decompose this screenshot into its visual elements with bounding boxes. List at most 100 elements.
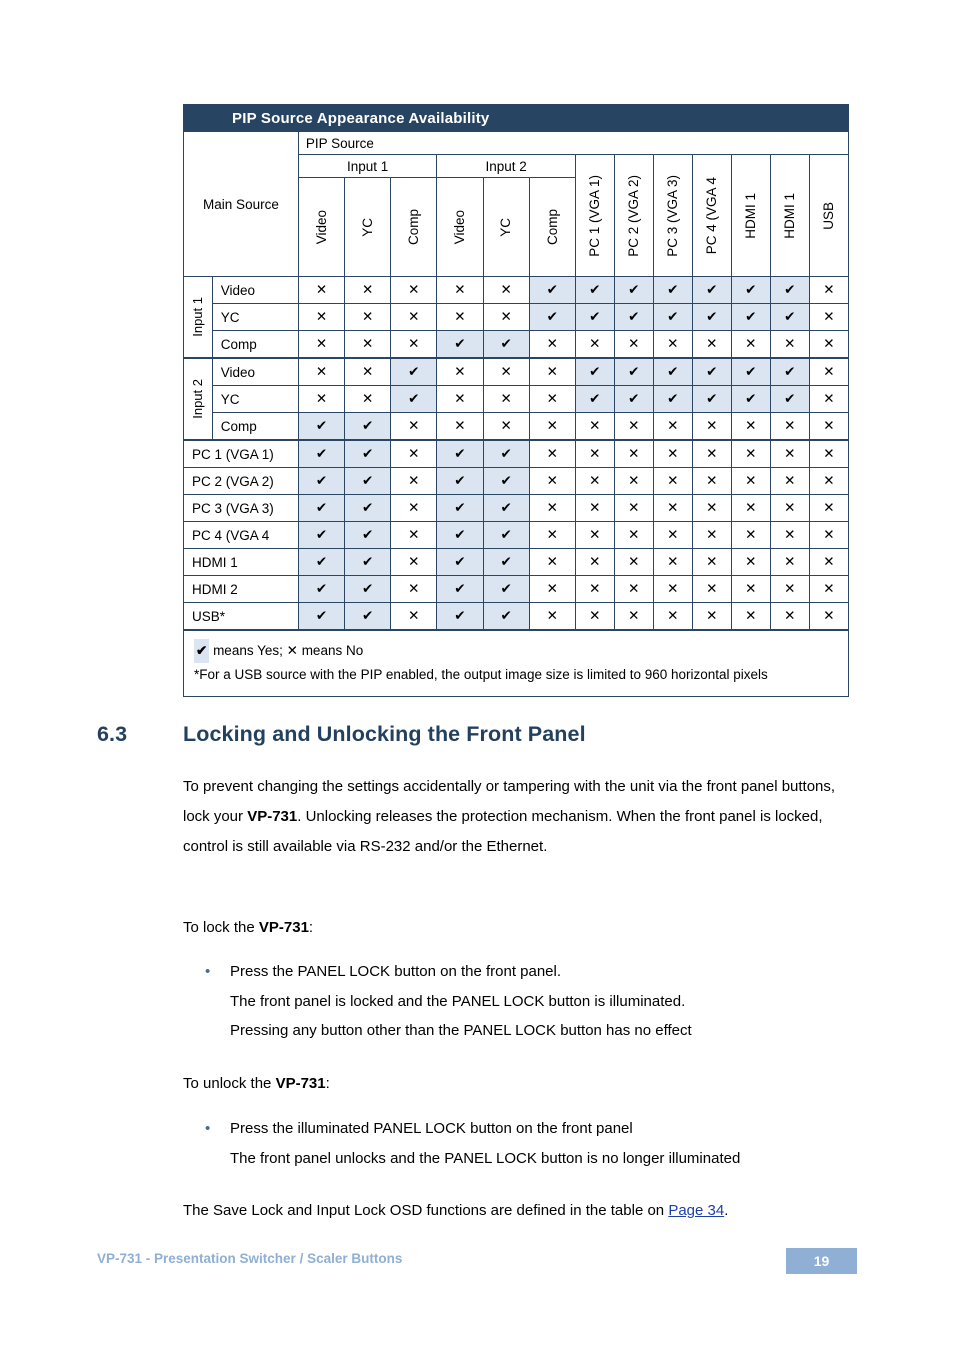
lock-step-line-3: Pressing any button other than the PANEL… <box>230 1022 692 1039</box>
cell-yes: ✔ <box>344 602 392 631</box>
row-group-input-1: Input 1 <box>183 276 213 359</box>
table-row: PC 4 (VGA 4 ✔ ✔ ✕ ✔ ✔ ✕ ✕ ✕ ✕ ✕ ✕ ✕ ✕ <box>183 521 850 549</box>
main-source-header: Main Source <box>183 131 299 277</box>
cell-no: ✕ <box>344 385 392 413</box>
cell-no: ✕ <box>390 412 438 441</box>
cell-yes: ✔ <box>691 385 732 413</box>
cell-no: ✕ <box>613 521 654 549</box>
cell-no: ✕ <box>528 330 576 359</box>
cell-no: ✕ <box>613 548 654 576</box>
to-unlock-model-bold: VP-731 <box>275 1075 326 1092</box>
cell-no: ✕ <box>808 357 850 386</box>
cell-yes: ✔ <box>436 548 484 576</box>
cell-yes: ✔ <box>436 330 484 359</box>
cell-no: ✕ <box>769 412 810 441</box>
cell-no: ✕ <box>528 602 576 631</box>
cell-yes: ✔ <box>574 276 615 304</box>
cell-no: ✕ <box>808 439 850 468</box>
row-label: USB* <box>183 602 299 631</box>
unlock-instructions-list: • Press the illuminated PANEL LOCK button… <box>183 1114 873 1173</box>
row-label: YC <box>211 385 299 413</box>
cell-no: ✕ <box>574 494 615 522</box>
row-label: Comp <box>211 412 299 441</box>
cell-no: ✕ <box>613 494 654 522</box>
cell-yes: ✔ <box>344 412 392 441</box>
cell-yes: ✔ <box>436 467 484 495</box>
cell-no: ✕ <box>390 303 438 331</box>
cell-no: ✕ <box>691 467 732 495</box>
cell-no: ✕ <box>344 330 392 359</box>
cell-yes: ✔ <box>297 412 346 441</box>
cell-no: ✕ <box>528 385 576 413</box>
cell-yes: ✔ <box>344 575 392 603</box>
cell-yes: ✔ <box>297 467 346 495</box>
cell-no: ✕ <box>808 412 850 441</box>
cell-yes: ✔ <box>436 439 484 468</box>
cell-no: ✕ <box>730 521 771 549</box>
cell-yes: ✔ <box>769 385 810 413</box>
cell-no: ✕ <box>652 330 693 359</box>
row-label: PC 2 (VGA 2) <box>183 467 299 495</box>
cell-yes: ✔ <box>344 548 392 576</box>
cell-no: ✕ <box>613 439 654 468</box>
table-row: YC ✕ ✕ ✔ ✕ ✕ ✕ ✔ ✔ ✔ ✔ ✔ ✔ ✕ <box>184 385 850 413</box>
cell-yes: ✔ <box>769 303 810 331</box>
lock-step-line-2: The front panel is locked and the PANEL … <box>230 992 686 1010</box>
cell-yes: ✔ <box>652 303 693 331</box>
cell-yes: ✔ <box>730 276 771 304</box>
table-row: Input 2 Video ✕ ✕ ✔ ✕ ✕ ✕ ✔ ✔ ✔ ✔ ✔ ✔ ✕ <box>183 357 850 441</box>
col-subheader-comp-5: Comp <box>528 177 576 277</box>
cell-no: ✕ <box>297 357 346 386</box>
cell-no: ✕ <box>436 412 484 441</box>
cell-yes: ✔ <box>574 303 615 331</box>
cell-no: ✕ <box>652 548 693 576</box>
to-unlock-paragraph: To unlock the VP-731: <box>183 1069 863 1099</box>
to-lock-paragraph: To lock the VP-731: <box>183 913 863 943</box>
cell-no: ✕ <box>574 439 615 468</box>
cell-no: ✕ <box>344 357 392 386</box>
cell-no: ✕ <box>436 385 484 413</box>
cell-yes: ✔ <box>344 439 392 468</box>
cell-no: ✕ <box>436 357 484 386</box>
cell-no: ✕ <box>730 602 771 631</box>
cell-no: ✕ <box>769 439 810 468</box>
bullet-dot-icon: • <box>205 1120 211 1137</box>
cell-yes: ✔ <box>482 439 530 468</box>
cell-yes: ✔ <box>390 385 438 413</box>
cell-no: ✕ <box>528 412 576 441</box>
cell-yes: ✔ <box>297 439 346 468</box>
cell-no: ✕ <box>808 521 850 549</box>
page-34-link[interactable]: Page 34 <box>668 1202 724 1219</box>
cell-no: ✕ <box>691 521 732 549</box>
cell-yes: ✔ <box>344 521 392 549</box>
cell-yes: ✔ <box>390 357 438 386</box>
row-label: HDMI 1 <box>183 548 299 576</box>
cell-no: ✕ <box>652 467 693 495</box>
cell-no: ✕ <box>574 575 615 603</box>
table-row: HDMI 1 ✔ ✔ ✕ ✔ ✔ ✕ ✕ ✕ ✕ ✕ ✕ ✕ ✕ <box>183 548 850 576</box>
cell-no: ✕ <box>297 330 346 359</box>
cell-no: ✕ <box>808 575 850 603</box>
cell-yes: ✔ <box>297 548 346 576</box>
section-number: 6.3 <box>97 722 128 746</box>
pip-availability-table: PIP Source Appearance Availability Main S… <box>183 104 850 698</box>
cell-yes: ✔ <box>613 357 654 386</box>
col-header-usb-12: USB <box>808 154 850 277</box>
cell-no: ✕ <box>528 467 576 495</box>
table-row: USB* ✔ ✔ ✕ ✔ ✔ ✕ ✕ ✕ ✕ ✕ ✕ ✕ ✕ <box>183 602 850 631</box>
cell-no: ✕ <box>691 412 732 441</box>
cell-yes: ✔ <box>730 303 771 331</box>
cell-no: ✕ <box>436 303 484 331</box>
cell-yes: ✔ <box>652 276 693 304</box>
section-title: Locking and Unlocking the Front Panel <box>183 722 586 746</box>
unlock-step-item: • Press the illuminated PANEL LOCK button… <box>183 1114 873 1173</box>
table-row: PC 3 (VGA 3) ✔ ✔ ✕ ✔ ✔ ✕ ✕ ✕ ✕ ✕ ✕ ✕ ✕ <box>183 494 850 522</box>
cell-yes: ✔ <box>528 303 576 331</box>
cell-no: ✕ <box>390 521 438 549</box>
cell-no: ✕ <box>390 467 438 495</box>
cell-no: ✕ <box>390 494 438 522</box>
closing-paragraph: The Save Lock and Input Lock OSD functio… <box>183 1196 863 1226</box>
cell-no: ✕ <box>390 602 438 631</box>
cell-no: ✕ <box>730 575 771 603</box>
cell-no: ✕ <box>528 357 576 386</box>
